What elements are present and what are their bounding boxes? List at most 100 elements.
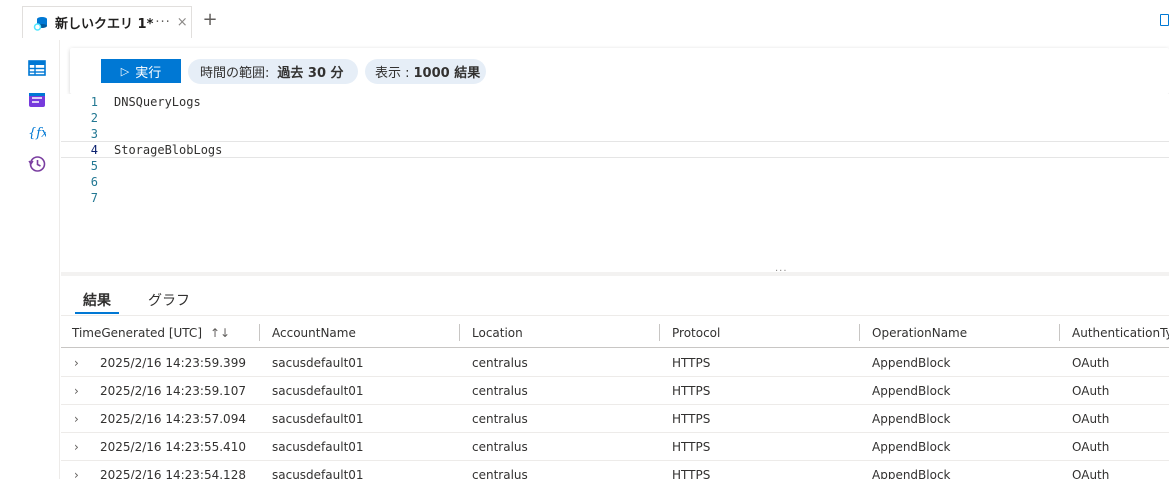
- query-tab-bar: 新しいクエリ 1* ··· × +: [0, 0, 1169, 40]
- sort-icon[interactable]: ↑↓: [210, 326, 230, 340]
- line-number: 1: [90, 95, 98, 109]
- cell-authenticationtype: OAuth: [1072, 440, 1110, 454]
- functions-icon[interactable]: {fx}: [28, 123, 46, 141]
- result-limit-picker[interactable]: 表示 : 1000 結果: [365, 59, 486, 84]
- table-row[interactable]: › 2025/2/16 14:23:59.399 sacusdefault01 …: [61, 349, 1169, 377]
- query-database-icon: [33, 16, 47, 31]
- cell-timegenerated: 2025/2/16 14:23:57.094: [100, 412, 246, 426]
- cell-authenticationtype: OAuth: [1072, 468, 1110, 479]
- run-button[interactable]: ▷ 実行: [101, 59, 181, 83]
- column-header-location[interactable]: Location: [472, 317, 523, 348]
- column-header-label: TimeGenerated [UTC]: [72, 325, 202, 340]
- expand-row-icon[interactable]: ›: [74, 349, 79, 377]
- line-number: 4: [90, 142, 98, 157]
- grid-header: TimeGenerated [UTC] ↑↓ AccountName Locat…: [61, 317, 1169, 348]
- close-icon[interactable]: ×: [177, 15, 188, 30]
- cell-protocol: HTTPS: [672, 412, 711, 426]
- editor-line: 2: [61, 110, 1169, 126]
- editor-line: 1 DNSQueryLogs: [61, 94, 1169, 110]
- save-icon[interactable]: [1160, 14, 1169, 26]
- cell-authenticationtype: OAuth: [1072, 412, 1110, 426]
- result-limit-value: 1000 結果: [413, 66, 481, 81]
- expand-row-icon[interactable]: ›: [74, 405, 79, 433]
- column-header-label: OperationName: [872, 325, 968, 340]
- line-number: 7: [90, 191, 98, 205]
- query-tab[interactable]: 新しいクエリ 1* ··· ×: [22, 6, 192, 39]
- cell-location: centralus: [472, 384, 528, 398]
- cell-authenticationtype: OAuth: [1072, 356, 1110, 370]
- line-code: DNSQueryLogs: [114, 95, 201, 109]
- editor-line-current: 4 StorageBlobLogs: [61, 141, 1169, 158]
- cell-timegenerated: 2025/2/16 14:23:54.128: [100, 468, 246, 479]
- line-number: 3: [90, 127, 98, 141]
- cell-location: centralus: [472, 356, 528, 370]
- column-header-operationname[interactable]: OperationName: [872, 317, 967, 348]
- column-header-protocol[interactable]: Protocol: [672, 317, 720, 348]
- editor-line: 5: [61, 158, 1169, 174]
- cell-operationname: AppendBlock: [872, 384, 951, 398]
- cell-protocol: HTTPS: [672, 468, 711, 479]
- splitter-handle[interactable]: ···: [775, 266, 788, 277]
- table-row[interactable]: › 2025/2/16 14:23:55.410 sacusdefault01 …: [61, 433, 1169, 461]
- cell-authenticationtype: OAuth: [1072, 384, 1110, 398]
- editor-line: 7: [61, 190, 1169, 206]
- column-header-timegenerated[interactable]: TimeGenerated [UTC] ↑↓: [72, 317, 230, 348]
- line-number: 2: [90, 111, 98, 125]
- column-header-accountname[interactable]: AccountName: [272, 317, 356, 348]
- cell-protocol: HTTPS: [672, 356, 711, 370]
- tab-title: 新しいクエリ 1*: [55, 17, 154, 32]
- cell-protocol: HTTPS: [672, 440, 711, 454]
- tab-results[interactable]: 結果: [83, 290, 111, 310]
- table-row[interactable]: › 2025/2/16 14:23:57.094 sacusdefault01 …: [61, 405, 1169, 433]
- result-limit-label: 表示 :: [375, 66, 410, 81]
- column-header-authenticationtype[interactable]: AuthenticationTyp: [1072, 317, 1169, 348]
- cell-accountname: sacusdefault01: [272, 412, 364, 426]
- query-toolbar: ▷ 実行 時間の範囲: 過去 30 分 表示 : 1000 結果: [70, 48, 1169, 94]
- active-tab-indicator: [75, 312, 119, 314]
- column-divider[interactable]: [659, 324, 660, 341]
- expand-row-icon[interactable]: ›: [74, 377, 79, 405]
- column-divider[interactable]: [259, 324, 260, 341]
- cell-operationname: AppendBlock: [872, 356, 951, 370]
- column-divider[interactable]: [459, 324, 460, 341]
- tab-chart[interactable]: グラフ: [148, 290, 190, 310]
- line-number: 5: [90, 159, 98, 173]
- tables-icon[interactable]: [28, 59, 46, 77]
- cell-timegenerated: 2025/2/16 14:23:59.107: [100, 384, 246, 398]
- column-header-label: Protocol: [672, 325, 721, 340]
- cell-accountname: sacusdefault01: [272, 468, 364, 479]
- line-number: 6: [90, 175, 98, 189]
- cell-location: centralus: [472, 412, 528, 426]
- column-header-label: AuthenticationTyp: [1072, 325, 1169, 340]
- expand-row-icon[interactable]: ›: [74, 433, 79, 461]
- run-label: 実行: [135, 65, 162, 81]
- cell-accountname: sacusdefault01: [272, 384, 364, 398]
- play-icon: ▷: [120, 64, 130, 78]
- query-editor[interactable]: 1 DNSQueryLogs 2 3 4 StorageBlobLogs 5 6…: [61, 94, 1169, 270]
- editor-line: 6: [61, 174, 1169, 190]
- cell-operationname: AppendBlock: [872, 412, 951, 426]
- expand-row-icon[interactable]: ›: [74, 461, 79, 479]
- cell-timegenerated: 2025/2/16 14:23:55.410: [100, 440, 246, 454]
- cell-location: centralus: [472, 440, 528, 454]
- column-header-label: AccountName: [272, 325, 356, 340]
- cell-accountname: sacusdefault01: [272, 440, 364, 454]
- cell-operationname: AppendBlock: [872, 440, 951, 454]
- column-divider[interactable]: [1059, 324, 1060, 341]
- time-range-picker[interactable]: 時間の範囲: 過去 30 分: [188, 59, 358, 84]
- time-range-label: 時間の範囲:: [200, 66, 270, 81]
- add-tab-button[interactable]: +: [200, 9, 220, 30]
- column-divider[interactable]: [859, 324, 860, 341]
- editor-results-splitter[interactable]: [61, 272, 1169, 276]
- cell-timegenerated: 2025/2/16 14:23:59.399: [100, 356, 246, 370]
- line-code: StorageBlobLogs: [114, 142, 223, 157]
- tabs-divider: [61, 315, 1169, 316]
- tab-overflow-indicator: ···: [155, 15, 171, 30]
- table-row[interactable]: › 2025/2/16 14:23:54.128 sacusdefault01 …: [61, 461, 1169, 479]
- column-header-label: Location: [472, 325, 523, 340]
- editor-line: 3: [61, 126, 1169, 142]
- queries-icon[interactable]: [28, 91, 46, 109]
- query-history-icon[interactable]: [28, 155, 46, 173]
- cell-protocol: HTTPS: [672, 384, 711, 398]
- table-row[interactable]: › 2025/2/16 14:23:59.107 sacusdefault01 …: [61, 377, 1169, 405]
